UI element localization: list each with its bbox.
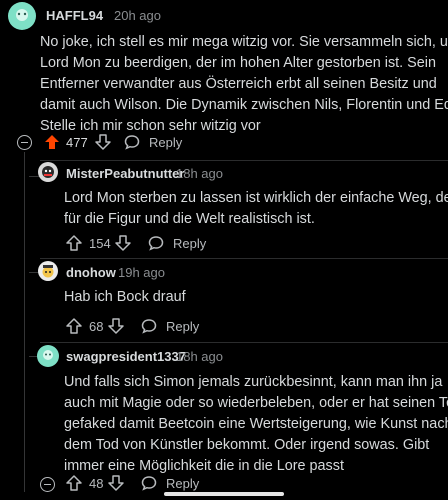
comment-line: auch mit Magie oder so wiederbeleben, od… [64,395,448,411]
reply-button[interactable]: Reply [148,235,206,251]
vote-count: 68 [89,319,104,334]
username[interactable]: HAFFL94 [46,8,103,23]
downvote-button[interactable] [95,134,111,150]
comment-line: Hab ich Bock drauf [64,289,186,305]
vote-count: 154 [89,236,111,251]
comment-line: immer eine Möglichkeit die in die Lore p… [64,458,344,474]
collapse-icon[interactable] [40,477,55,492]
upvote-icon [66,475,82,491]
timestamp: 18h ago [176,166,223,181]
username[interactable]: MisterPeabutnutter [66,166,184,181]
downvote-button[interactable] [108,318,124,334]
downvote-button[interactable] [108,475,124,491]
downvote-icon [115,235,131,251]
thread-line [24,152,25,492]
upvote-icon [66,318,82,334]
username[interactable]: swagpresident1337 [66,349,186,364]
avatar[interactable] [8,2,36,30]
avatar[interactable] [38,261,58,281]
reply-label: Reply [149,134,183,150]
home-indicator [164,492,284,496]
reply-label: Reply [173,235,207,251]
downvote-icon [95,134,111,150]
divider [40,342,448,343]
divider [40,160,448,161]
downvote-button[interactable] [115,235,131,251]
timestamp: 19h ago [118,265,165,280]
comment-line: Lord Mon zu beerdigen, der im hohen Alte… [40,55,436,71]
reply-label: Reply [166,475,200,491]
comment-body: Hab ich Bock drauf [64,287,186,308]
comment-line: Und falls sich Simon jemals zurückbesinn… [64,374,443,390]
divider [40,258,448,259]
comment-line: No joke, ich stell es mir mega witzig vo… [40,34,448,50]
comment-line: gefaked damit Beetcoin eine Wertsteigeru… [64,416,448,432]
upvote-button[interactable] [44,134,60,150]
reply-button[interactable]: Reply [141,318,199,334]
reply-button[interactable]: Reply [124,134,182,150]
vote-count: 48 [89,476,104,491]
downvote-icon [108,318,124,334]
avatar[interactable] [38,162,58,182]
comment-line: Entferner verwandter aus Österreich erbt… [40,76,437,92]
timestamp: 20h ago [114,8,161,23]
avatar[interactable] [37,345,59,367]
upvote-button[interactable] [66,235,82,251]
timestamp: 18h ago [176,349,223,364]
downvote-icon [108,475,124,491]
comment-line: Lord Mon sterben zu lassen ist wirklich … [64,190,448,206]
comment-line: dem Tod von Künstler bekommt. Oder irgen… [64,437,430,453]
upvote-button[interactable] [66,475,82,491]
upvote-button[interactable] [66,318,82,334]
comment-line: damit auch Wilson. Die Dynamik zwischen … [40,97,448,113]
upvote-icon [66,235,82,251]
username[interactable]: dnohow [66,265,116,280]
reply-button[interactable]: Reply [141,475,199,491]
upvote-icon [45,135,59,149]
reply-icon [141,476,157,491]
reply-icon [141,319,157,334]
vote-count: 477 [66,135,88,150]
collapse-icon[interactable] [17,135,32,150]
comment-body: Und falls sich Simon jemals zurückbesinn… [64,372,448,477]
comment-line: für die Figur und die Welt realistisch i… [64,211,315,227]
reply-icon [148,236,164,251]
comment-body: No joke, ich stell es mir mega witzig vo… [40,32,448,137]
reply-label: Reply [166,318,200,334]
reply-icon [124,135,140,150]
comment-body: Lord Mon sterben zu lassen ist wirklich … [64,188,448,230]
